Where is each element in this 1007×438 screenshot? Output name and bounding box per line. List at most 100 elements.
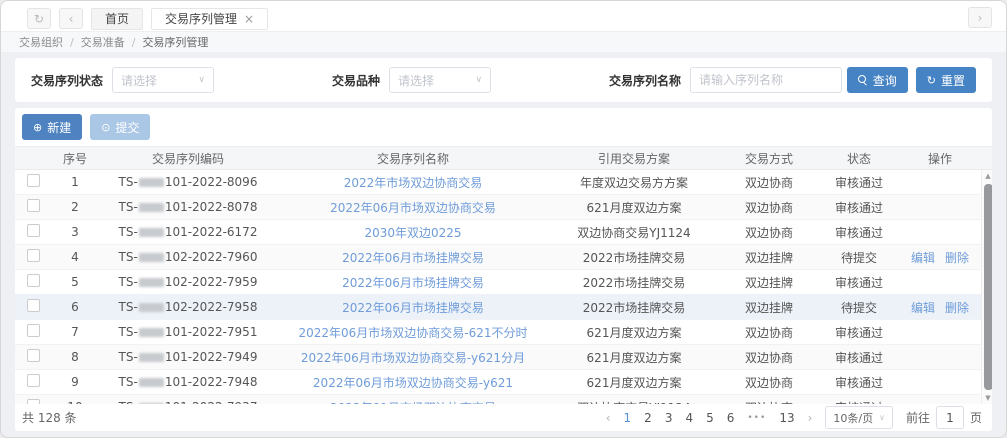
submit-button[interactable]: ⊙ 提交 xyxy=(90,114,150,140)
submit-circle-icon: ⊙ xyxy=(101,122,110,133)
reset-button-label: 重置 xyxy=(941,72,965,89)
code-suffix: 101-2022-6172 xyxy=(165,225,258,239)
sequence-name-link[interactable]: 2022年06月市场双边协商交易 xyxy=(330,201,496,215)
sequence-name-link[interactable]: 2022年06月市场挂牌交易 xyxy=(342,276,484,290)
row-checkbox[interactable] xyxy=(27,174,40,187)
scroll-up-icon[interactable]: ▲ xyxy=(985,171,990,181)
sequence-name-link[interactable]: 2022年06月市场挂牌交易 xyxy=(342,301,484,315)
tab-label: 首页 xyxy=(105,10,129,27)
filter-bar: 交易序列状态 请选择 ∨ 交易品种 请选择 ∨ 交易序列名称 xyxy=(15,58,992,102)
code-suffix: 101-2022-7949 xyxy=(165,350,258,364)
table-scrollbar[interactable]: ▲ ▼ xyxy=(981,170,992,404)
code-suffix: 101-2022-8096 xyxy=(165,175,258,189)
breadcrumb-item[interactable]: 交易组织 xyxy=(19,34,63,50)
refresh-tabs-button[interactable]: ↻ xyxy=(27,8,51,29)
page-number-4[interactable]: 4 xyxy=(685,411,693,425)
tab-home[interactable]: 首页 xyxy=(91,8,143,30)
sequence-name-link[interactable]: 2022年06月市场双边协商交易-y621 xyxy=(313,376,513,390)
code-suffix: 101-2022-8078 xyxy=(165,200,258,214)
page-number-3[interactable]: 3 xyxy=(665,411,673,425)
chevron-left-icon: ‹ xyxy=(69,13,74,25)
table-body: 1 TS-101-2022-8096 2022年市场双边协商交易 年度双边交易方… xyxy=(15,170,992,404)
page-number-13[interactable]: 13 xyxy=(779,411,794,425)
page-number-2[interactable]: 2 xyxy=(644,411,652,425)
sequence-name-link[interactable]: 2022年06月市场双边协商交易-y621分月 xyxy=(301,351,525,365)
page-unit-label: 页 xyxy=(970,409,982,426)
delete-link[interactable]: 删除 xyxy=(945,299,969,316)
table-row: 4 TS-102-2022-7960 2022年06月市场挂牌交易 2022市场… xyxy=(15,245,981,270)
code-prefix: TS- xyxy=(119,200,138,214)
breadcrumb-item-current: 交易序列管理 xyxy=(142,34,208,50)
sequence-name-input[interactable] xyxy=(690,67,842,93)
edit-link[interactable]: 编辑 xyxy=(911,299,935,316)
status-filter-select[interactable]: 请选择 ∨ xyxy=(112,67,214,93)
redacted-code-segment xyxy=(139,253,164,262)
page-content: 交易序列状态 请选择 ∨ 交易品种 请选择 ∨ 交易序列名称 xyxy=(1,52,1006,437)
row-index: 4 xyxy=(51,250,99,264)
table-row: 3 TS-101-2022-6172 2030年双边0225 双边协商交易YJ1… xyxy=(15,220,981,245)
close-tab-icon[interactable]: × xyxy=(244,12,254,26)
filter-variety-group: 交易品种 请选择 ∨ xyxy=(332,67,491,93)
goto-page-group: 前往 页 xyxy=(906,406,982,429)
redacted-code-segment xyxy=(139,303,164,312)
row-checkbox[interactable] xyxy=(27,274,40,287)
search-button[interactable]: 查询 xyxy=(847,67,908,93)
table-row: 7 TS-101-2022-7951 2022年06月市场双边协商交易-621不… xyxy=(15,320,981,345)
code-prefix: TS- xyxy=(119,175,138,189)
row-checkbox[interactable] xyxy=(27,299,40,312)
prev-page-icon[interactable]: ‹ xyxy=(606,411,611,425)
code-prefix: TS- xyxy=(119,225,138,239)
row-checkbox[interactable] xyxy=(27,324,40,337)
row-checkbox[interactable] xyxy=(27,224,40,237)
row-actions: 编辑 删除 xyxy=(899,299,981,316)
scroll-down-icon[interactable]: ▼ xyxy=(985,393,990,403)
row-checkbox[interactable] xyxy=(27,349,40,362)
redacted-code-segment xyxy=(139,278,164,287)
page-number-1[interactable]: 1 xyxy=(624,411,632,425)
row-checkbox[interactable] xyxy=(27,199,40,212)
header-scheme: 引用交易方案 xyxy=(549,150,719,167)
page-ellipsis[interactable]: ••• xyxy=(747,413,766,423)
row-mode: 双边协商 xyxy=(719,324,819,341)
page-number-5[interactable]: 5 xyxy=(706,411,714,425)
row-actions: 编辑 删除 xyxy=(899,249,981,266)
row-status: 审核通过 xyxy=(819,374,899,391)
row-scheme: 621月度双边方案 xyxy=(549,324,719,341)
row-mode: 双边协商 xyxy=(719,224,819,241)
row-code: TS-102-2022-7958 xyxy=(99,300,277,314)
search-button-label: 查询 xyxy=(873,72,897,89)
row-code: TS-101-2022-7951 xyxy=(99,325,277,339)
scroll-tabs-right-button[interactable]: › xyxy=(968,7,992,28)
page-number-6[interactable]: 6 xyxy=(727,411,735,425)
tab-sequence-management[interactable]: 交易序列管理 × xyxy=(151,8,268,30)
variety-filter-select[interactable]: 请选择 ∨ xyxy=(389,67,491,93)
sequence-name-link[interactable]: 2022年06月市场双边协商交易-621不分时 xyxy=(298,326,527,340)
reset-button[interactable]: ↻ 重置 xyxy=(916,67,976,93)
header-mode: 交易方式 xyxy=(719,150,819,167)
row-code: TS-101-2022-7948 xyxy=(99,375,277,389)
select-placeholder: 请选择 xyxy=(398,72,434,89)
sequence-name-link[interactable]: 2022年06月市场挂牌交易 xyxy=(342,251,484,265)
table-row: 5 TS-102-2022-7959 2022年06月市场挂牌交易 2022市场… xyxy=(15,270,981,295)
next-page-icon[interactable]: › xyxy=(808,411,813,425)
sequence-name-link[interactable]: 2022年市场双边协商交易 xyxy=(344,176,483,190)
row-checkbox[interactable] xyxy=(27,249,40,262)
row-checkbox[interactable] xyxy=(27,374,40,387)
edit-link[interactable]: 编辑 xyxy=(911,249,935,266)
goto-page-input[interactable] xyxy=(936,406,964,429)
code-suffix: 102-2022-7959 xyxy=(165,275,258,289)
row-index: 1 xyxy=(51,175,99,189)
page-size-select[interactable]: 10条/页 ∨ xyxy=(825,406,893,429)
row-mode: 双边协商 xyxy=(719,174,819,191)
scrollbar-thumb[interactable] xyxy=(984,184,993,390)
table-toolbar: ⊕ 新建 ⊙ 提交 xyxy=(15,108,992,146)
create-button[interactable]: ⊕ 新建 xyxy=(22,114,82,140)
delete-link[interactable]: 删除 xyxy=(945,249,969,266)
scroll-tabs-left-button[interactable]: ‹ xyxy=(59,8,83,29)
breadcrumb: 交易组织 / 交易准备 / 交易序列管理 xyxy=(1,31,1006,52)
chevron-down-icon: ∨ xyxy=(879,413,885,422)
sequence-name-link[interactable]: 2030年双边0225 xyxy=(364,226,461,240)
total-count: 共 128 条 xyxy=(22,409,77,426)
search-icon xyxy=(858,75,868,85)
breadcrumb-item[interactable]: 交易准备 xyxy=(81,34,125,50)
